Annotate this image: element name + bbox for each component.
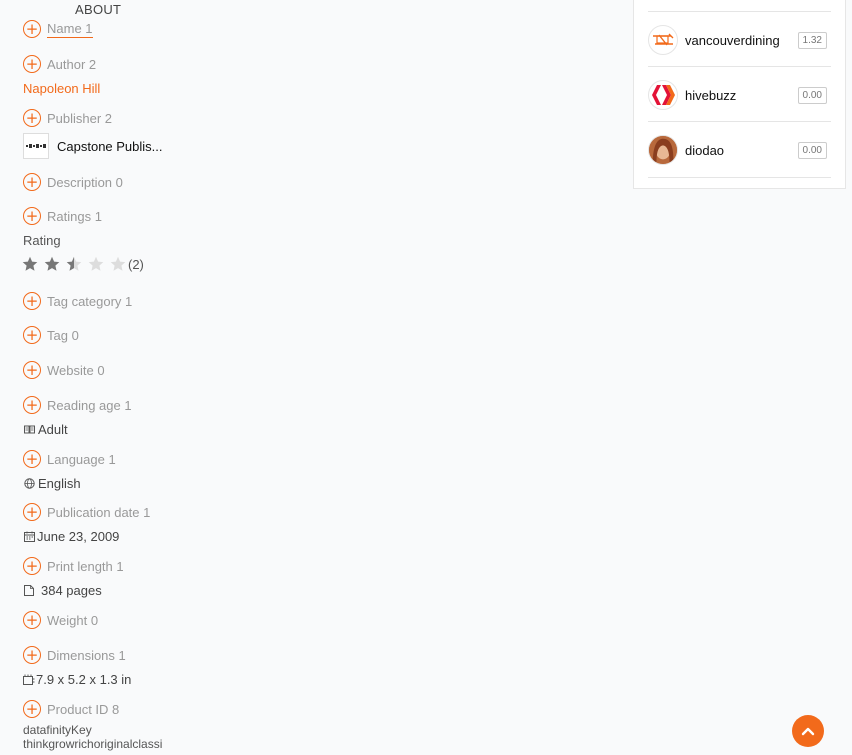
reading-age-value: Adult bbox=[38, 422, 68, 437]
voter-amount: 1.32 bbox=[797, 31, 827, 49]
voter-amount: 0.00 bbox=[797, 141, 827, 159]
voter-name: vancouverdining bbox=[685, 32, 780, 48]
section-publisher-toggle[interactable]: + Publisher 2 bbox=[23, 109, 112, 127]
rating-label: Rating bbox=[23, 233, 61, 248]
plus-circle-icon: + bbox=[23, 611, 41, 629]
section-dimensions-label: Dimensions 1 bbox=[47, 647, 126, 663]
author-link[interactable]: Napoleon Hill bbox=[23, 81, 100, 96]
plus-circle-icon: + bbox=[23, 20, 41, 38]
section-publication-date-toggle[interactable]: + Publication date 1 bbox=[23, 503, 150, 521]
book-icon bbox=[23, 424, 35, 436]
divider bbox=[648, 121, 831, 122]
plus-circle-icon: + bbox=[23, 700, 41, 718]
section-author-toggle[interactable]: + Author 2 bbox=[23, 55, 96, 73]
section-tag-category-toggle[interactable]: + Tag category 1 bbox=[23, 292, 132, 310]
scroll-to-top-button[interactable] bbox=[792, 715, 824, 747]
plus-circle-icon: + bbox=[23, 646, 41, 664]
voter-item[interactable]: vancouverdining 1.32 bbox=[648, 23, 827, 57]
section-product-id-label: Product ID 8 bbox=[47, 701, 120, 717]
print-length-value: 384 pages bbox=[41, 583, 102, 598]
voter-name: hivebuzz bbox=[685, 87, 737, 103]
section-reading-age-label: Reading age 1 bbox=[47, 397, 132, 413]
avatar bbox=[648, 135, 678, 165]
section-publisher-label: Publisher 2 bbox=[47, 110, 113, 126]
section-weight-toggle[interactable]: + Weight 0 bbox=[23, 611, 98, 629]
page-icon bbox=[23, 585, 35, 597]
star-icon bbox=[66, 256, 82, 271]
section-website-toggle[interactable]: + Website 0 bbox=[23, 361, 105, 379]
section-publication-date-label: Publication date 1 bbox=[47, 504, 151, 520]
section-name-toggle[interactable]: + Name 1 bbox=[23, 20, 93, 38]
publisher-name: Capstone Publis... bbox=[57, 138, 163, 154]
avatar bbox=[648, 80, 678, 110]
language-value: English bbox=[38, 476, 81, 491]
divider bbox=[648, 177, 831, 178]
plus-circle-icon: + bbox=[23, 450, 41, 468]
publisher-logo bbox=[23, 133, 49, 159]
about-title: ABOUT bbox=[75, 2, 122, 17]
section-product-id-toggle[interactable]: + Product ID 8 bbox=[23, 700, 119, 718]
section-description-label: Description 0 bbox=[47, 174, 123, 190]
rating-count: (2) bbox=[128, 256, 144, 272]
rating-stars: (2) bbox=[22, 256, 144, 272]
star-icon bbox=[88, 256, 104, 271]
dimensions-value: 7.9 x 5.2 x 1.3 in bbox=[36, 672, 132, 687]
plus-circle-icon: + bbox=[23, 207, 41, 225]
avatar bbox=[648, 25, 678, 55]
section-website-label: Website 0 bbox=[47, 362, 105, 378]
section-weight-label: Weight 0 bbox=[47, 612, 99, 628]
voter-name: diodao bbox=[685, 142, 725, 158]
voter-amount: 0.00 bbox=[797, 86, 827, 104]
section-language-label: Language 1 bbox=[47, 451, 116, 467]
plus-circle-icon: + bbox=[23, 55, 41, 73]
plus-circle-icon: + bbox=[23, 396, 41, 414]
plus-circle-icon: + bbox=[23, 557, 41, 575]
section-print-length-toggle[interactable]: + Print length 1 bbox=[23, 557, 124, 575]
plus-circle-icon: + bbox=[23, 109, 41, 127]
product-id-line: thinkgrowrichoriginalclassi bbox=[23, 737, 163, 751]
section-tag-toggle[interactable]: + Tag 0 bbox=[23, 326, 79, 344]
section-ratings-label: Ratings 1 bbox=[47, 208, 102, 224]
product-id-line: datafinityKey bbox=[23, 723, 92, 737]
chevron-up-icon bbox=[801, 727, 815, 736]
section-dimensions-toggle[interactable]: + Dimensions 1 bbox=[23, 646, 126, 664]
plus-circle-icon: + bbox=[23, 173, 41, 191]
section-reading-age-toggle[interactable]: + Reading age 1 bbox=[23, 396, 132, 414]
section-description-toggle[interactable]: + Description 0 bbox=[23, 173, 123, 191]
plus-circle-icon: + bbox=[23, 361, 41, 379]
plus-circle-icon: + bbox=[23, 326, 41, 344]
star-icon bbox=[44, 256, 60, 271]
publisher-item[interactable]: Capstone Publis... bbox=[23, 133, 163, 159]
voter-item[interactable]: diodao 0.00 bbox=[648, 133, 827, 167]
section-name-label: Name 1 bbox=[47, 20, 93, 38]
star-icon bbox=[110, 256, 126, 271]
divider bbox=[648, 11, 831, 12]
globe-icon bbox=[23, 478, 35, 490]
divider bbox=[648, 66, 831, 67]
calendar-icon bbox=[23, 531, 35, 543]
section-print-length-label: Print length 1 bbox=[47, 558, 124, 574]
ruler-icon bbox=[23, 674, 35, 686]
section-language-toggle[interactable]: + Language 1 bbox=[23, 450, 116, 468]
star-icon bbox=[22, 256, 38, 271]
product-id-values: datafinityKey thinkgrowrichoriginalclass… bbox=[23, 723, 162, 751]
voter-item[interactable]: hivebuzz 0.00 bbox=[648, 78, 827, 112]
plus-circle-icon: + bbox=[23, 292, 41, 310]
section-tag-category-label: Tag category 1 bbox=[47, 293, 133, 309]
section-author-label: Author 2 bbox=[47, 56, 97, 72]
plus-circle-icon: + bbox=[23, 503, 41, 521]
publication-date-value: June 23, 2009 bbox=[37, 529, 120, 544]
section-ratings-toggle[interactable]: + Ratings 1 bbox=[23, 207, 102, 225]
section-tag-label: Tag 0 bbox=[47, 327, 79, 343]
voters-panel: vancouverdining 1.32 hivebuzz 0.00 dioda… bbox=[633, 0, 846, 189]
